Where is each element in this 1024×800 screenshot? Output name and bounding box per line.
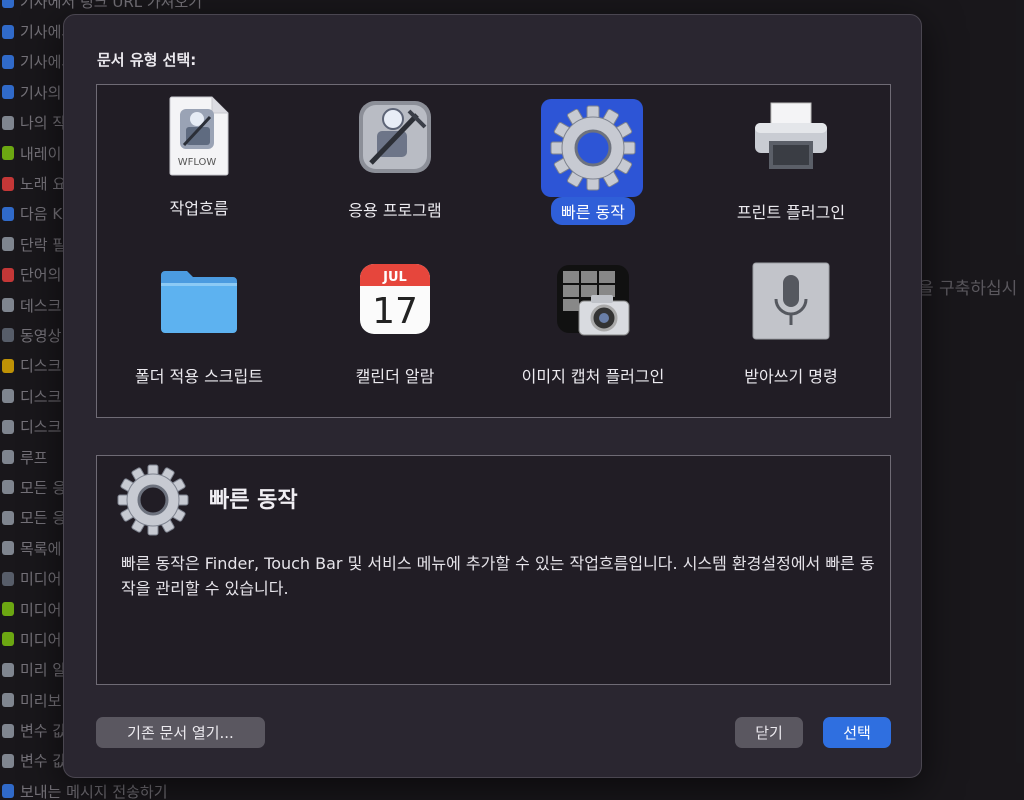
dialog-title: 문서 유형 선택:	[97, 51, 197, 69]
folder-icon	[161, 271, 237, 333]
type-label: 응용 프로그램	[348, 201, 442, 220]
type-label: 이미지 캡처 플러그인	[521, 367, 665, 386]
automator-robot-icon	[359, 101, 431, 173]
description-panel: 빠른 동작 빠른 동작은 Finder, Touch Bar 및 서비스 메뉴에…	[96, 455, 891, 685]
type-calendar-alarm[interactable]: JUL 17 캘린더 알람	[295, 257, 495, 407]
type-label: 빠른 동작	[551, 197, 635, 225]
description-text: 빠른 동작은 Finder, Touch Bar 및 서비스 메뉴에 추가할 수…	[121, 554, 875, 598]
type-label: 폴더 적용 스크립트	[135, 367, 263, 386]
svg-text:WFLOW: WFLOW	[178, 157, 217, 168]
type-image-capture-plugin[interactable]: 이미지 캡처 플러그인	[493, 257, 693, 407]
printer-icon	[755, 102, 827, 169]
microphone-icon	[752, 262, 830, 340]
type-label: 받아쓰기 명령	[744, 367, 838, 386]
type-print-plugin[interactable]: 프린트 플러그인	[691, 91, 891, 241]
gear-icon	[117, 464, 189, 536]
description-title: 빠른 동작	[209, 488, 298, 513]
document-type-grid: WFLOW 작업흐름 응용 프로그램 빠른 동작 프린트 플러그인 폴더 적용 …	[96, 84, 891, 418]
svg-text:JUL: JUL	[382, 270, 407, 285]
workflow-document-icon: WFLOW	[169, 96, 229, 176]
type-folder-action[interactable]: 폴더 적용 스크립트	[99, 257, 299, 407]
svg-text:17: 17	[372, 291, 418, 332]
type-quick-action[interactable]: 빠른 동작	[493, 91, 693, 241]
image-capture-icon	[557, 265, 630, 336]
type-application[interactable]: 응용 프로그램	[295, 91, 495, 241]
type-label: 작업흐름	[169, 199, 229, 218]
open-existing-document-button[interactable]: 기존 문서 열기...	[96, 717, 265, 748]
type-workflow[interactable]: WFLOW 작업흐름	[99, 91, 299, 241]
type-label: 캘린더 알람	[355, 367, 435, 386]
gear-icon	[550, 105, 636, 191]
type-label: 프린트 플러그인	[736, 203, 846, 222]
type-dictation-command[interactable]: 받아쓰기 명령	[691, 257, 891, 407]
close-button[interactable]: 닫기	[735, 717, 803, 748]
choose-button[interactable]: 선택	[823, 717, 891, 748]
new-document-dialog: 문서 유형 선택: WFLOW 작업흐름 응용 프로그램 빠른 동작 프린트 플…	[63, 14, 922, 778]
calendar-icon: JUL 17	[360, 264, 430, 334]
